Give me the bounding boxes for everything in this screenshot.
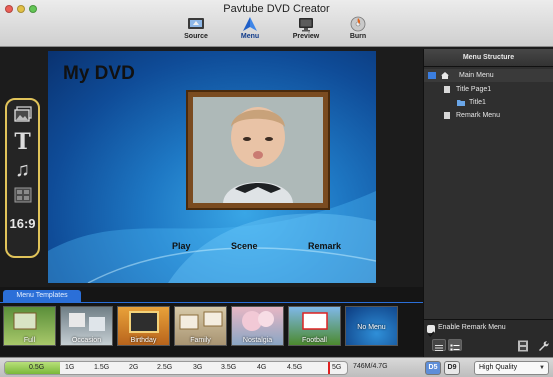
template-label: Football xyxy=(302,337,327,344)
toolbar-burn-label: Burn xyxy=(349,33,367,40)
template-label: Family xyxy=(190,337,211,344)
quality-select[interactable]: High Quality ▼ xyxy=(474,361,549,375)
disc-capacity-bar: 0.5G 1G 1.5G 2G 2.5G 3G 3.5G 4G 4.5G 5G xyxy=(4,361,348,375)
folder-icon xyxy=(457,100,465,106)
photo-frame[interactable] xyxy=(186,90,330,210)
menu-structure-panel: Menu Structure Main Menu Title Page1 Tit… xyxy=(423,49,553,359)
detail-view-button[interactable] xyxy=(448,339,462,351)
aspect-ratio-button[interactable]: 16:9 xyxy=(7,214,38,234)
toolbar: Pavtube DVD Creator Source Menu Preview … xyxy=(0,0,553,47)
template-thumb-no-menu[interactable]: No Menu xyxy=(345,306,398,346)
toolbar-menu-button[interactable]: Menu xyxy=(227,16,273,46)
home-icon xyxy=(441,72,449,79)
tree-item-title-page1[interactable]: Title Page1 xyxy=(424,83,553,96)
tree-item-label: Remark Menu xyxy=(456,112,500,119)
text-icon: T xyxy=(14,129,31,155)
app-title: Pavtube DVD Creator xyxy=(223,3,330,15)
chevron-down-icon: ▼ xyxy=(539,365,545,371)
settings-button[interactable] xyxy=(537,339,549,357)
tree-item-label: Title1 xyxy=(469,99,486,106)
text-tool[interactable]: T xyxy=(7,130,38,154)
menu-templates-panel: Menu Templates Full Occasion Birthday Fa… xyxy=(0,287,423,356)
film-grid-icon xyxy=(14,187,31,203)
detail-view-icon xyxy=(450,344,460,351)
menu-scene-link[interactable]: Scene xyxy=(231,241,258,251)
template-label: No Menu xyxy=(357,324,386,331)
quality-value: High Quality xyxy=(479,364,518,371)
capacity-tick: 5G xyxy=(332,364,342,371)
tree-item-label: Main Menu xyxy=(459,72,494,79)
menu-structure-footer: Enable Remark Menu xyxy=(424,319,553,359)
capacity-limit-marker xyxy=(328,362,330,374)
capacity-tick: 0.5G xyxy=(29,364,45,371)
app-window: Pavtube DVD Creator Source Menu Preview … xyxy=(0,0,553,377)
toolbar-preview-label: Preview xyxy=(292,33,320,40)
selection-marker-icon xyxy=(428,72,436,79)
tab-menu-templates[interactable]: Menu Templates xyxy=(3,290,81,302)
capacity-tick: 4G xyxy=(257,364,267,371)
template-thumb-football[interactable]: Football xyxy=(288,306,341,346)
child-illustration xyxy=(193,97,323,203)
toolbar-source-label: Source xyxy=(184,33,208,40)
template-thumb-birthday[interactable]: Birthday xyxy=(117,306,170,346)
template-label: Nostalgia xyxy=(242,337,273,344)
capacity-readout: 746M/4.7G xyxy=(353,363,388,370)
filmstrip-icon xyxy=(518,340,528,352)
checkmark-icon xyxy=(428,331,435,337)
template-thumb-occasion[interactable]: Occasion xyxy=(60,306,113,346)
tree-item-remark-menu[interactable]: Remark Menu xyxy=(424,109,553,122)
toolbar-source-button[interactable]: Source xyxy=(173,16,219,46)
status-bar: 0.5G 1G 1.5G 2G 2.5G 3G 3.5G 4G 4.5G 5G … xyxy=(0,357,553,377)
menu-play-link[interactable]: Play xyxy=(172,241,191,251)
menu-structure-header: Menu Structure xyxy=(424,49,553,67)
chapter-tool[interactable] xyxy=(7,186,38,209)
capacity-tick: 1.5G xyxy=(94,364,110,371)
tree-item-main-menu[interactable]: Main Menu xyxy=(424,69,553,82)
capacity-tick: 3.5G xyxy=(221,364,237,371)
toolbar-preview-button[interactable]: Preview xyxy=(283,16,329,46)
wrench-icon xyxy=(539,341,549,351)
enable-remark-label: Enable Remark Menu xyxy=(438,324,506,331)
disc-d5-button[interactable]: D5 xyxy=(425,361,441,375)
menu-remark-link[interactable]: Remark xyxy=(308,241,341,251)
page-icon xyxy=(444,112,450,119)
page-icon xyxy=(444,86,450,93)
capacity-tick: 2G xyxy=(129,364,139,371)
disc-d9-button[interactable]: D9 xyxy=(444,361,460,375)
enable-remark-checkbox[interactable] xyxy=(427,325,435,337)
edit-tools-rail: T ♫ 16:9 xyxy=(5,98,40,258)
tree-item-label: Title Page1 xyxy=(456,86,492,93)
burn-icon xyxy=(350,16,366,32)
background-image-tool[interactable] xyxy=(7,106,38,129)
capacity-tick: 4.5G xyxy=(287,364,303,371)
menu-preview-canvas[interactable]: My DVD Play Scene Remark xyxy=(48,51,376,283)
menu-title-text[interactable]: My DVD xyxy=(63,63,135,85)
music-tool[interactable]: ♫ xyxy=(7,158,38,182)
toolbar-burn-button[interactable]: Burn xyxy=(335,16,381,46)
template-label: Occasion xyxy=(71,337,102,344)
child-photo xyxy=(193,97,323,203)
music-icon: ♫ xyxy=(15,159,30,181)
template-label: Full xyxy=(23,337,36,344)
aspect-ratio-label: 16:9 xyxy=(9,216,36,231)
toolbar-menu-label: Menu xyxy=(240,33,260,40)
capacity-tick: 1G xyxy=(65,364,75,371)
template-label: Birthday xyxy=(130,337,157,344)
capacity-tick: 2.5G xyxy=(157,364,173,371)
templates-divider xyxy=(0,302,423,303)
menu-icon xyxy=(243,17,257,31)
capacity-tick: 3G xyxy=(193,364,203,371)
template-thumb-full[interactable]: Full xyxy=(3,306,56,346)
tree-item-title1[interactable]: Title1 xyxy=(424,96,553,109)
list-view-button[interactable] xyxy=(432,339,446,351)
preview-icon xyxy=(299,18,313,32)
filmstrip-button[interactable] xyxy=(517,339,529,357)
list-view-icon xyxy=(435,345,443,351)
background-image-icon xyxy=(13,106,32,122)
template-thumb-nostalgia[interactable]: Nostalgia xyxy=(231,306,284,346)
source-icon xyxy=(188,18,204,29)
template-thumb-family[interactable]: Family xyxy=(174,306,227,346)
